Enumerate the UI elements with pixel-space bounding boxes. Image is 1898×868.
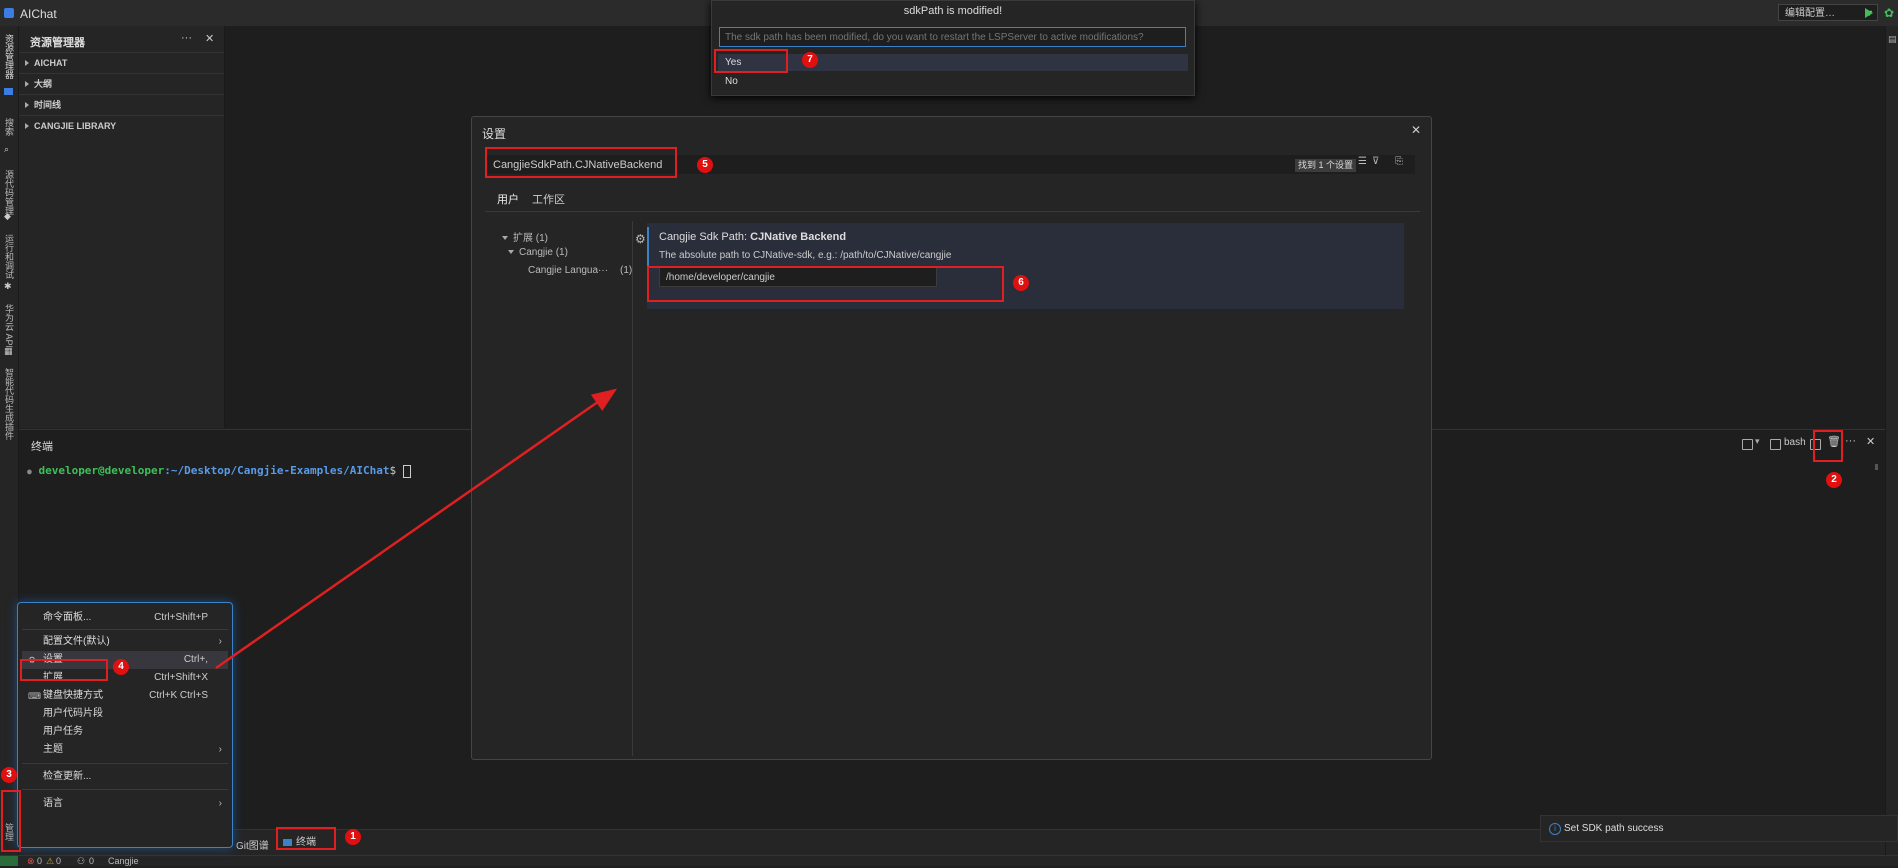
highlight-menu-settings <box>20 659 108 681</box>
highlight-search <box>485 147 677 178</box>
annotation-marker-5: 5 <box>697 157 713 173</box>
highlight-trash <box>1813 430 1843 462</box>
annotation-marker-1: 1 <box>345 829 361 845</box>
annotation-marker-2: 2 <box>1826 472 1842 488</box>
annotation-marker-6: 6 <box>1013 275 1029 291</box>
highlight-terminal-tab <box>276 827 336 850</box>
highlight-manage <box>1 790 21 852</box>
highlight-sdk-input <box>647 266 1004 302</box>
annotation-arrow <box>215 388 618 670</box>
highlight-yes <box>714 49 788 73</box>
annotation-marker-3: 3 <box>1 767 17 783</box>
annotation-marker-4: 4 <box>113 659 129 675</box>
annotation-marker-7: 7 <box>802 52 818 68</box>
